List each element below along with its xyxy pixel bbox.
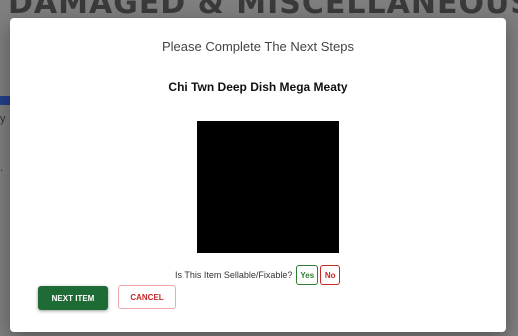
background-nav-strip [0,96,10,105]
cancel-button[interactable]: CANCEL [118,285,176,309]
item-name: Chi Twn Deep Dish Mega Meaty [168,80,348,94]
no-button[interactable]: No [320,265,341,285]
item-image [197,121,339,253]
yes-button[interactable]: Yes [296,265,319,285]
sellable-question: Is This Item Sellable/Fixable? [175,270,293,280]
background-text-fragment: . [0,162,4,174]
next-item-button[interactable]: NEXT ITEM [38,286,108,310]
background-text-fragment: y [0,113,6,125]
sellable-question-row: Is This Item Sellable/Fixable? Yes No [175,264,341,286]
steps-dialog: Please Complete The Next Steps Chi Twn D… [10,18,506,332]
dialog-title: Please Complete The Next Steps [162,39,354,54]
